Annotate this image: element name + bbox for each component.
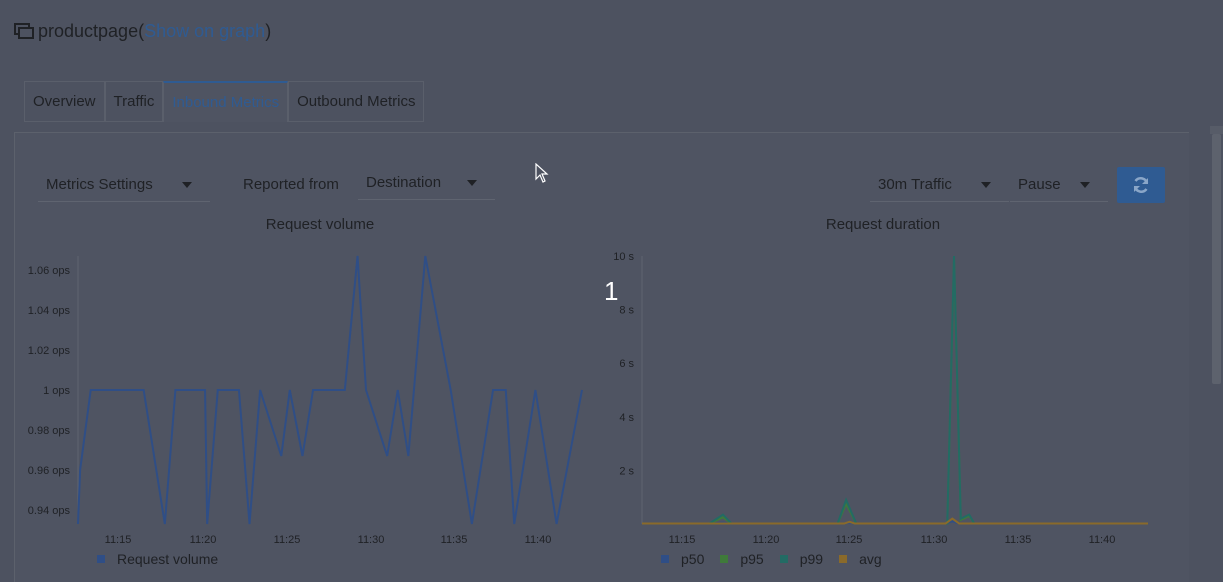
- legend-label: avg: [859, 551, 882, 567]
- tab-overview[interactable]: Overview: [24, 81, 105, 121]
- tab-bar: Overview Traffic Inbound Metrics Outboun…: [24, 81, 425, 122]
- legend-label: Request volume: [117, 551, 219, 567]
- caret-down-icon: [467, 180, 477, 186]
- tab-inbound-metrics[interactable]: Inbound Metrics: [163, 81, 289, 122]
- app-shell: productpage (Show on graph) Overview Tra…: [0, 0, 1223, 582]
- traffic-range-value: 30m Traffic: [878, 176, 952, 193]
- tab-traffic[interactable]: Traffic: [104, 81, 164, 121]
- caret-down-icon: [981, 182, 991, 188]
- request-duration-legend: p50 p95 p99 avg: [661, 551, 898, 567]
- y-tick-label: 6 s: [619, 358, 634, 370]
- sync-icon: [1133, 177, 1149, 193]
- y-tick-label: 8 s: [619, 305, 634, 317]
- legend-label: p99: [799, 551, 824, 567]
- legend-swatch: [97, 555, 105, 563]
- legend-item[interactable]: p50: [661, 551, 704, 567]
- legend-swatch: [839, 555, 848, 563]
- reported-from-value: Destination: [366, 174, 442, 191]
- legend-item[interactable]: p99: [779, 551, 824, 567]
- legend-item[interactable]: p95: [720, 551, 764, 567]
- series-line-request-volume: [77, 255, 583, 525]
- chart-title-request-duration: Request duration: [825, 216, 941, 233]
- request-duration-chart: 2 s 4 s 6 s 8 s 10 s 11:15 11:20 11:25 11:30 11:3…: [613, 251, 1148, 546]
- y-tick-label: 0.94 ops: [28, 505, 71, 517]
- x-tick-label: 11:20: [190, 534, 217, 546]
- reported-from-label: Reported from: [243, 176, 339, 193]
- series-line-p99: [642, 255, 1148, 525]
- x-tick-label: 11:20: [753, 534, 780, 546]
- x-tick-label: 11:15: [105, 534, 132, 546]
- y-tick-label: 4 s: [619, 412, 634, 424]
- scrollbar-track-top: [1210, 126, 1223, 134]
- x-tick-label: 11:35: [441, 534, 468, 546]
- x-tick-label: 11:35: [1005, 534, 1032, 546]
- show-on-graph-link[interactable]: Show on graph: [144, 21, 265, 42]
- y-tick-label: 1.04 ops: [28, 305, 71, 317]
- y-tick-label: 1.06 ops: [28, 265, 71, 277]
- legend-item[interactable]: avg: [839, 551, 882, 567]
- chart-title-request-volume: Request volume: [265, 216, 375, 233]
- y-tick-label: 1.02 ops: [28, 345, 71, 357]
- page-title: productpage (Show on graph): [14, 18, 271, 44]
- traffic-range-dropdown[interactable]: 30m Traffic: [870, 168, 1009, 202]
- x-tick-label: 11:15: [669, 534, 696, 546]
- scrollbar-thumb[interactable]: [1212, 134, 1221, 384]
- y-tick-label: 10 s: [613, 251, 634, 263]
- x-tick-label: 11:25: [836, 534, 863, 546]
- refresh-interval-dropdown[interactable]: Pause: [1010, 168, 1108, 202]
- y-tick-label: 1 ops: [43, 385, 70, 397]
- x-tick-label: 11:40: [525, 534, 552, 546]
- y-tick-label: 2 s: [619, 465, 634, 477]
- x-tick-label: 11:30: [921, 534, 948, 546]
- y-tick-label: 0.96 ops: [28, 465, 71, 477]
- refresh-button[interactable]: [1117, 167, 1165, 203]
- legend-label: p95: [740, 551, 764, 567]
- legend-swatch: [661, 555, 669, 563]
- metrics-settings-label: Metrics Settings: [46, 176, 153, 193]
- y-tick-label: 0.98 ops: [28, 425, 71, 437]
- caret-down-icon: [1080, 182, 1090, 188]
- x-tick-label: 11:40: [1089, 534, 1116, 546]
- reported-from-dropdown[interactable]: Destination: [358, 166, 495, 200]
- services-icon: [14, 21, 34, 41]
- mouse-pointer-icon: [535, 163, 549, 183]
- paren-close: ): [265, 20, 272, 41]
- series-line-p95: [642, 258, 1148, 525]
- metrics-settings-dropdown[interactable]: Metrics Settings: [38, 168, 210, 202]
- service-name: productpage: [38, 20, 139, 41]
- x-tick-label: 11:25: [274, 534, 301, 546]
- legend-item[interactable]: Request volume: [97, 551, 218, 567]
- legend-swatch: [779, 555, 788, 563]
- refresh-interval-value: Pause: [1018, 176, 1061, 193]
- x-tick-label: 11:30: [358, 534, 385, 546]
- request-volume-chart: 0.94 ops 0.96 ops 0.98 ops 1 ops 1.02 ops 1.0…: [28, 255, 583, 546]
- legend-swatch: [720, 555, 729, 563]
- caret-down-icon: [182, 182, 192, 188]
- request-volume-legend: Request volume: [97, 551, 234, 567]
- legend-label: p50: [681, 551, 705, 567]
- overlay-marker: 1: [604, 276, 619, 306]
- tab-outbound-metrics[interactable]: Outbound Metrics: [288, 81, 425, 121]
